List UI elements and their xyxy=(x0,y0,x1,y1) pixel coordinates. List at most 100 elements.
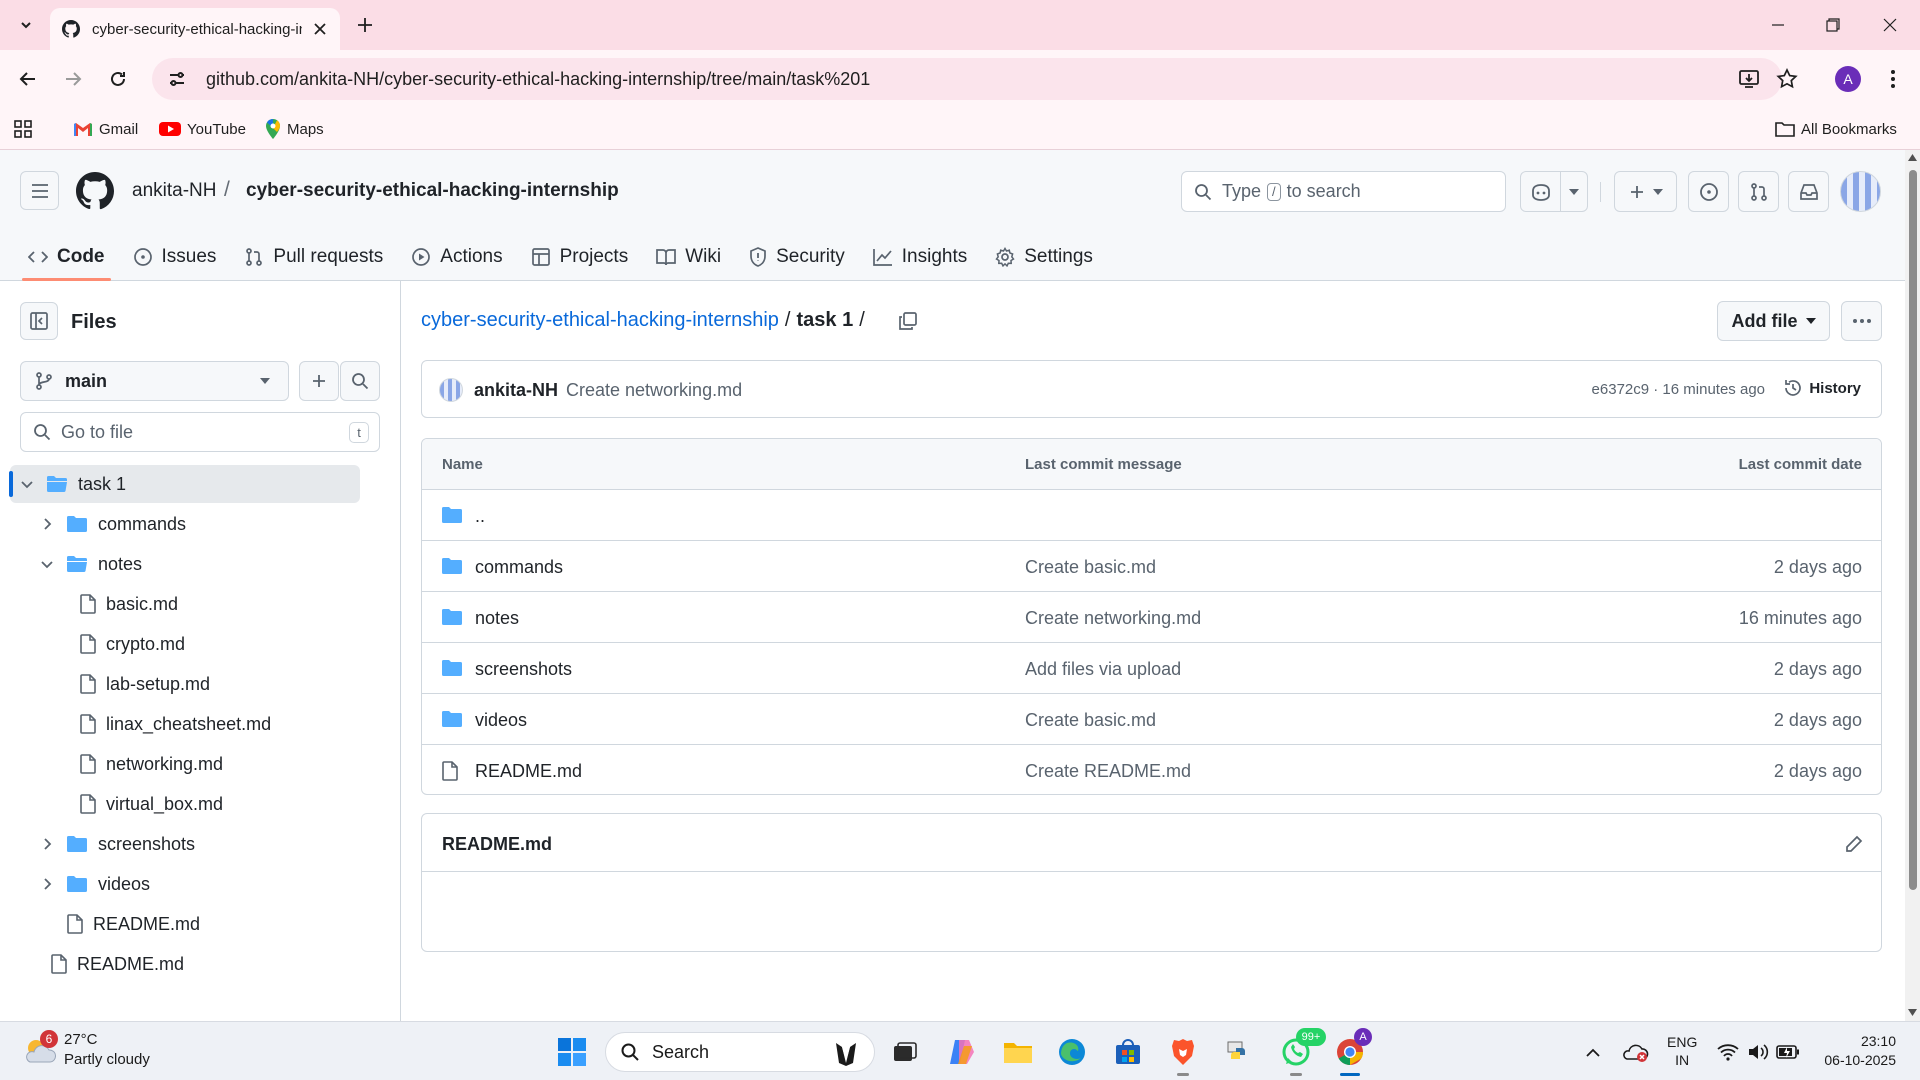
tree-folder-videos[interactable]: videos xyxy=(10,865,380,903)
history-button[interactable]: History xyxy=(1783,378,1861,398)
maximize-button[interactable] xyxy=(1818,10,1848,40)
search-files-button[interactable] xyxy=(340,361,380,401)
tab-pull-requests[interactable]: Pull requests xyxy=(230,234,397,280)
github-logo-icon[interactable] xyxy=(76,172,114,210)
row-name-link[interactable]: videos xyxy=(475,710,527,731)
tree-folder-screenshots[interactable]: screenshots xyxy=(10,825,380,863)
row-name-link[interactable]: notes xyxy=(475,608,519,629)
add-file-button[interactable]: Add file xyxy=(1717,301,1830,341)
copy-path-button[interactable] xyxy=(893,306,923,336)
chrome-taskbar-icon[interactable]: A xyxy=(1330,1028,1372,1072)
volume-icon[interactable] xyxy=(1743,1032,1773,1072)
install-app-icon[interactable] xyxy=(1734,64,1764,94)
chevron-down-icon[interactable] xyxy=(20,477,34,491)
chrome-menu-button[interactable] xyxy=(1880,66,1906,92)
show-hidden-icons[interactable] xyxy=(1573,1032,1613,1072)
chevron-down-icon[interactable] xyxy=(40,557,54,571)
edit-readme-button[interactable] xyxy=(1841,831,1867,857)
row-name-link[interactable]: screenshots xyxy=(475,659,572,680)
reload-button[interactable] xyxy=(103,64,133,94)
repo-name-link[interactable]: cyber-security-ethical-hacking-internshi… xyxy=(246,180,619,202)
new-tab-button[interactable] xyxy=(352,12,378,38)
row-commit-message[interactable]: Create basic.md xyxy=(1025,557,1156,578)
tree-file-basic-md[interactable]: basic.md xyxy=(10,585,380,623)
tab-insights[interactable]: Insights xyxy=(859,234,981,280)
user-avatar[interactable] xyxy=(1840,171,1881,212)
tab-code[interactable]: Code xyxy=(14,234,119,281)
tab-search-button[interactable] xyxy=(12,12,40,38)
browser-tab[interactable]: cyber-security-ethical-hacking-internshi… xyxy=(50,8,340,50)
table-row[interactable]: README.md Create README.md 2 days ago xyxy=(422,745,1881,794)
python-idle-icon[interactable] xyxy=(1218,1032,1258,1072)
site-info-icon[interactable] xyxy=(162,64,192,94)
system-clock[interactable]: 23:10 06-10-2025 xyxy=(1808,1032,1896,1070)
tree-folder-task-1[interactable]: task 1 xyxy=(9,465,360,503)
weather-widget[interactable]: 6 27°C Partly cloudy xyxy=(22,1030,192,1074)
breadcrumb-repo-link[interactable]: cyber-security-ethical-hacking-internshi… xyxy=(421,309,779,332)
taskbar-search[interactable]: Search xyxy=(605,1032,875,1072)
row-commit-message[interactable]: Add files via upload xyxy=(1025,659,1181,680)
brave-browser-icon[interactable] xyxy=(1163,1032,1203,1072)
file-explorer-icon[interactable] xyxy=(998,1032,1038,1072)
inbox-button[interactable] xyxy=(1788,171,1829,212)
hamburger-menu-button[interactable] xyxy=(20,171,59,210)
copilot-button[interactable] xyxy=(1520,171,1588,212)
tree-file-lab-setup-md[interactable]: lab-setup.md xyxy=(10,665,380,703)
close-window-button[interactable] xyxy=(1875,10,1905,40)
github-search-input[interactable]: Type / to search xyxy=(1181,171,1506,212)
microsoft-store-icon[interactable] xyxy=(1108,1032,1148,1072)
repo-owner-link[interactable]: ankita-NH xyxy=(132,180,216,202)
tree-folder-notes[interactable]: notes xyxy=(10,545,380,583)
collapse-sidebar-button[interactable] xyxy=(20,302,58,340)
forward-button[interactable] xyxy=(58,64,88,94)
tab-projects[interactable]: Projects xyxy=(517,234,643,280)
tab-actions[interactable]: Actions xyxy=(397,234,516,280)
chevron-right-icon[interactable] xyxy=(40,877,54,891)
address-bar[interactable]: github.com/ankita-NH/cyber-security-ethi… xyxy=(152,58,1798,100)
tab-close-icon[interactable] xyxy=(312,21,328,37)
input-language[interactable]: ENG IN xyxy=(1667,1033,1697,1069)
tab-settings[interactable]: Settings xyxy=(981,234,1107,280)
branch-selector[interactable]: main xyxy=(20,361,289,401)
more-options-button[interactable] xyxy=(1841,301,1882,341)
tree-file-readme-md[interactable]: README.md xyxy=(10,905,380,943)
add-file-icon-button[interactable] xyxy=(299,361,339,401)
chevron-right-icon[interactable] xyxy=(40,517,54,531)
tree-file-virtual-box-md[interactable]: virtual_box.md xyxy=(10,785,380,823)
tree-file-linax-cheatsheet-md[interactable]: linax_cheatsheet.md xyxy=(10,705,380,743)
commit-meta[interactable]: e6372c9 · 16 minutes ago xyxy=(1592,381,1765,398)
bookmark-youtube[interactable]: YouTube xyxy=(159,114,246,144)
wifi-icon[interactable] xyxy=(1713,1032,1743,1072)
onedrive-icon[interactable] xyxy=(1617,1032,1653,1072)
row-name-link[interactable]: README.md xyxy=(475,761,582,782)
table-row[interactable]: videos Create basic.md 2 days ago xyxy=(422,694,1881,745)
whatsapp-icon[interactable]: 99+ xyxy=(1276,1028,1326,1072)
tree-file-readme-md[interactable]: README.md xyxy=(10,945,380,983)
chrome-profile-avatar[interactable]: A xyxy=(1835,66,1861,92)
apps-grid-icon[interactable] xyxy=(14,114,32,144)
task-view-icon[interactable] xyxy=(885,1032,925,1072)
row-name-link[interactable]: .. xyxy=(475,506,485,527)
bookmark-star-icon[interactable] xyxy=(1772,64,1802,94)
copilot-app-icon[interactable] xyxy=(942,1032,982,1072)
tab-wiki[interactable]: Wiki xyxy=(642,234,735,280)
scrollbar-thumb[interactable] xyxy=(1909,170,1917,890)
tree-file-networking-md[interactable]: networking.md xyxy=(10,745,380,783)
commit-author-avatar[interactable] xyxy=(439,378,463,402)
tree-file-crypto-md[interactable]: crypto.md xyxy=(10,625,380,663)
row-commit-message[interactable]: Create networking.md xyxy=(1025,608,1201,629)
go-to-file-input[interactable]: Go to file t xyxy=(20,412,380,452)
tab-security[interactable]: Security xyxy=(735,234,859,280)
minimize-button[interactable] xyxy=(1763,10,1793,40)
table-row[interactable]: screenshots Add files via upload 2 days ag… xyxy=(422,643,1881,694)
row-commit-message[interactable]: Create basic.md xyxy=(1025,710,1156,731)
start-button[interactable] xyxy=(552,1032,592,1072)
table-row[interactable]: commands Create basic.md 2 days ago xyxy=(422,541,1881,592)
pull-requests-button[interactable] xyxy=(1738,171,1779,212)
table-row[interactable]: notes Create networking.md 16 minutes ago xyxy=(422,592,1881,643)
row-name-link[interactable]: commands xyxy=(475,557,563,578)
row-commit-message[interactable]: Create README.md xyxy=(1025,761,1191,782)
commit-message[interactable]: Create networking.md xyxy=(566,380,742,401)
page-scrollbar[interactable] xyxy=(1905,150,1920,1021)
tree-folder-commands[interactable]: commands xyxy=(10,505,380,543)
